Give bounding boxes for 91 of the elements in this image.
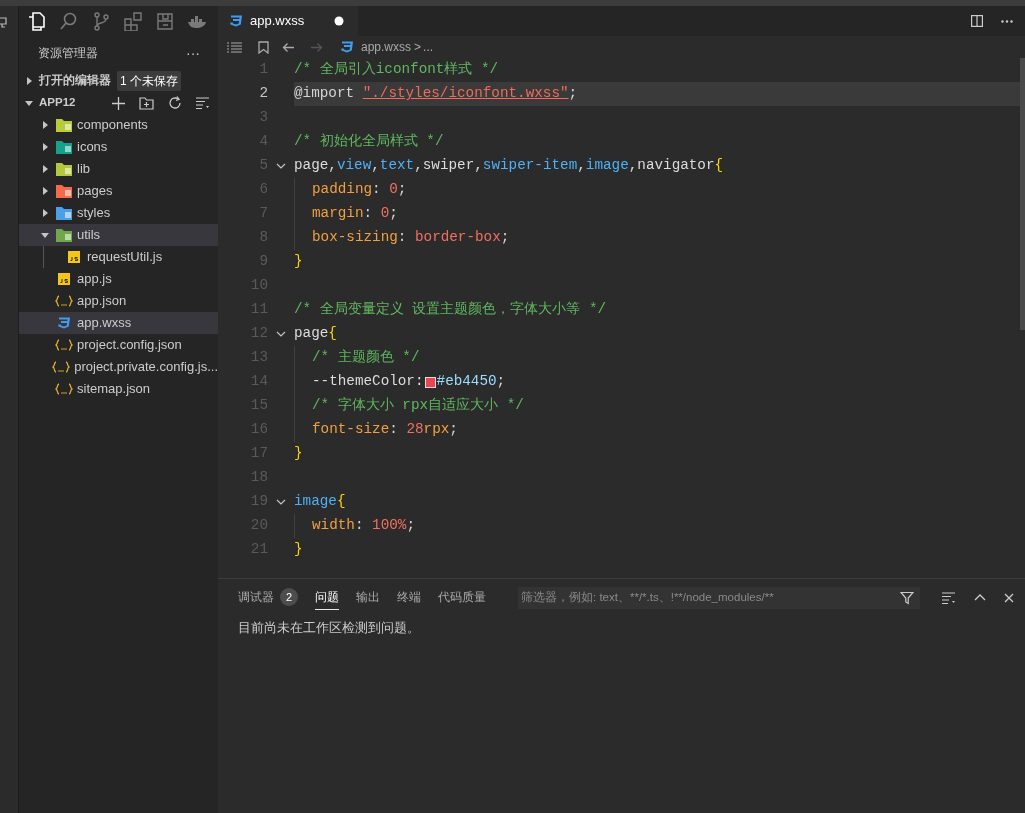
code-line: page,view,text,swiper,swiper-item,image,navigator{ [294,156,724,176]
panel-tab[interactable]: 终端 [397,585,421,610]
breadcrumb-item[interactable]: ... [423,38,434,56]
extensions-icon[interactable] [123,11,143,31]
tree-item[interactable]: styles [19,202,218,224]
caret-right-icon[interactable] [25,77,33,85]
filter-field[interactable]: 筛选器，例如: text、**/*.ts、!**/node_modules/** [518,586,920,609]
code-line: box-sizing: border-box; [312,228,510,248]
code-line: /* 初始化全局样式 */ [294,132,444,152]
code-line: margin: 0; [312,204,398,224]
code-line: /* 全局变量定义 设置主题颜色，字体大小等 */ [294,300,607,320]
tree-item[interactable]: sitemap.json [19,378,218,400]
line-number: 2 [258,84,268,104]
project-header[interactable]: APP12 [39,94,109,112]
js-file-icon [58,273,70,285]
tree-item[interactable]: requestUtil.js [19,246,218,268]
caret-right-icon[interactable] [41,121,49,129]
panel-tab[interactable]: 输出 [356,585,380,610]
fold-chevron-icon[interactable] [276,163,286,169]
tree-item[interactable]: pages [19,180,218,202]
panel-tab[interactable]: 调试器 2 [238,585,298,610]
code-line: } [294,252,303,272]
tree-item[interactable]: app.wxss [19,312,218,334]
caret-down-icon[interactable] [41,231,49,239]
new-folder-icon[interactable] [139,96,154,110]
code-line: /* 字体大小 rpx自适应大小 */ [312,396,524,416]
back-arrow-icon[interactable] [282,41,295,53]
caret-right-icon[interactable] [41,209,49,217]
scrollbar[interactable] [1020,58,1025,330]
code-line: } [294,444,303,464]
branch-icon[interactable] [91,11,111,31]
tree-item[interactable]: utils [19,224,218,246]
tree-item[interactable]: components [19,114,218,136]
tree-item[interactable]: app.js [19,268,218,290]
more-icon[interactable] [1001,19,1013,23]
files-icon[interactable] [27,11,47,31]
collapse-all-icon[interactable] [196,97,210,109]
code-line: /* 主题颜色 */ [312,348,420,368]
js-file-icon [68,251,80,263]
code-line: @import "./styles/iconfont.wxss"; [294,84,578,104]
color-swatch[interactable] [424,376,436,388]
code-line: page{ [294,324,337,344]
split-editor-icon[interactable] [971,15,983,27]
storage-icon[interactable] [155,11,175,31]
code-line: width: 100%; [312,516,415,536]
explorer-title: 资源管理器 [38,45,98,62]
stylesheet-file-icon [340,41,354,53]
refresh-icon[interactable] [168,96,182,110]
code-line: /* 全局引入iconfont样式 */ [294,60,499,80]
caret-down-icon[interactable] [25,99,33,107]
braces-icon [52,361,71,373]
modified-dot-icon[interactable] [334,16,344,26]
new-file-icon[interactable] [112,96,125,110]
code-line: padding: 0; [312,180,407,200]
tree-item[interactable]: icons [19,136,218,158]
panel-tab[interactable]: 问题 [315,585,339,610]
bookmark-icon[interactable] [258,40,269,54]
window-icon[interactable] [0,16,8,28]
tree-item[interactable]: app.json [19,290,218,312]
caret-right-icon[interactable] [41,143,49,151]
braces-icon [55,339,73,351]
breadcrumb-separator: > [414,39,422,56]
stylesheet-file-icon [57,317,71,329]
code-line: font-size: 28rpx; [312,420,458,440]
close-icon[interactable] [1004,592,1014,603]
more-button[interactable]: ··· [186,46,200,60]
section-header[interactable]: 打开的编辑器 [39,72,111,90]
code-line: --themeColor: #eb4450; [312,372,506,392]
code-line: image{ [294,492,346,512]
search-icon[interactable] [59,11,79,31]
chevron-up-icon[interactable] [974,594,986,601]
stylesheet-file-icon [229,15,243,27]
list-icon[interactable] [227,41,242,53]
problems-message: 目前尚未在工作区检测到问题。 [238,620,420,635]
caret-right-icon[interactable] [41,165,49,173]
filter-icon[interactable] [900,590,914,605]
tree-item[interactable]: project.config.json [19,334,218,356]
tree-item[interactable]: project.private.config.js... [19,356,218,378]
braces-icon [55,383,73,395]
caret-right-icon[interactable] [41,187,49,195]
tree-item[interactable]: lib [19,158,218,180]
unsaved-badge: 1 个未保存 [117,71,181,91]
fold-chevron-icon[interactable] [276,499,286,505]
breadcrumb-item[interactable]: app.wxss [361,38,412,56]
code-line: } [294,540,303,560]
count-badge: 2 [280,588,298,606]
panel-tab[interactable]: 代码质量 [438,585,486,610]
fold-chevron-icon[interactable] [276,331,286,337]
editor-tab[interactable]: app.wxss [218,6,358,36]
collapse-all-icon[interactable] [942,591,956,604]
braces-icon [55,295,73,307]
